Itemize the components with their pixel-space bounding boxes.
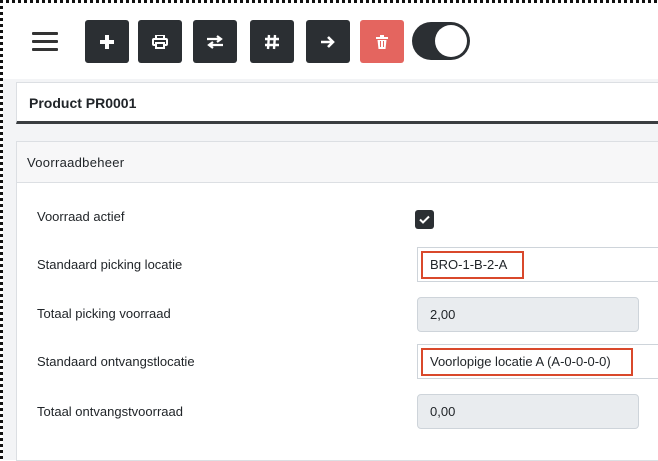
delete-button[interactable]	[360, 20, 404, 63]
receiving-stock-label: Totaal ontvangstvoorraad	[37, 404, 183, 419]
forward-button[interactable]	[306, 20, 350, 63]
mode-toggle[interactable]	[412, 22, 470, 60]
swap-button[interactable]	[193, 20, 237, 63]
picking-stock-field: 2,00	[417, 297, 639, 332]
hash-icon	[265, 34, 279, 49]
receiving-location-label: Standaard ontvangstlocatie	[37, 354, 195, 369]
frame-border-top	[0, 0, 658, 3]
trash-icon	[376, 34, 388, 49]
checkmark-icon	[419, 215, 430, 224]
page-title: Product PR0001	[29, 95, 137, 111]
picking-location-label: Standaard picking locatie	[37, 257, 183, 272]
hamburger-icon[interactable]	[32, 32, 58, 52]
print-button[interactable]	[138, 20, 182, 63]
stock-active-label: Voorraad actief	[37, 209, 125, 224]
frame-border-left	[0, 0, 3, 460]
card-header: Voorraadbeheer	[17, 142, 658, 183]
plus-icon	[100, 34, 114, 49]
app-window: Product PR0001 Voorraadbeheer Voorraad a…	[3, 3, 658, 461]
receiving-stock-field: 0,00	[417, 394, 639, 429]
arrow-right-icon	[321, 35, 335, 48]
receiving-location-field[interactable]: Voorlopige locatie A (A-0-0-0-0)	[417, 344, 658, 379]
picking-stock-label: Totaal picking voorraad	[37, 306, 171, 321]
product-title-card: Product PR0001	[16, 82, 658, 124]
number-button[interactable]	[250, 20, 294, 63]
stock-management-card: Voorraadbeheer Voorraad actief Standaard…	[16, 141, 658, 461]
toolbar	[3, 3, 658, 79]
card-header-title: Voorraadbeheer	[27, 155, 125, 170]
toggle-knob	[435, 25, 467, 57]
add-button[interactable]	[85, 20, 129, 63]
print-icon	[152, 34, 168, 49]
stock-active-checkbox[interactable]	[415, 210, 434, 229]
swap-icon	[207, 34, 223, 49]
picking-location-field[interactable]: BRO-1-B-2-A	[417, 247, 658, 282]
